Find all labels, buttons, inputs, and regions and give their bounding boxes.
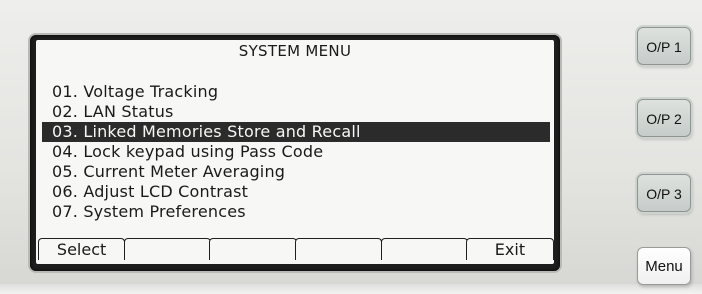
screen-title: SYSTEM MENU <box>238 42 352 60</box>
lcd-display: SYSTEM MENU 01. Voltage Tracking 02. LAN… <box>36 40 554 264</box>
panel-bottom-edge <box>0 284 702 294</box>
menu-button[interactable]: Menu <box>637 247 691 285</box>
softkey-4[interactable] <box>295 238 383 260</box>
menu-item-current-meter-averaging[interactable]: 05. Current Meter Averaging <box>42 162 550 182</box>
system-menu-list: 01. Voltage Tracking 02. LAN Status 03. … <box>42 82 550 222</box>
menu-item-linked-memories[interactable]: 03. Linked Memories Store and Recall <box>42 122 550 142</box>
op2-button[interactable]: O/P 2 <box>637 99 691 137</box>
softkey-select[interactable]: Select <box>38 238 126 260</box>
menu-item-voltage-tracking[interactable]: 01. Voltage Tracking <box>42 82 550 102</box>
softkey-2[interactable] <box>123 238 211 260</box>
menu-item-system-preferences[interactable]: 07. System Preferences <box>42 202 550 222</box>
instrument-front-panel: SYSTEM MENU 01. Voltage Tracking 02. LAN… <box>0 0 702 294</box>
menu-item-adjust-lcd-contrast[interactable]: 06. Adjust LCD Contrast <box>42 182 550 202</box>
softkey-5[interactable] <box>380 238 468 260</box>
softkey-bar: Select Exit <box>38 238 554 262</box>
softkey-exit[interactable]: Exit <box>466 238 554 260</box>
op1-button[interactable]: O/P 1 <box>637 27 691 65</box>
softkey-3[interactable] <box>209 238 297 260</box>
menu-item-lock-keypad[interactable]: 04. Lock keypad using Pass Code <box>42 142 550 162</box>
menu-item-lan-status[interactable]: 02. LAN Status <box>42 102 550 122</box>
op3-button[interactable]: O/P 3 <box>637 174 691 212</box>
